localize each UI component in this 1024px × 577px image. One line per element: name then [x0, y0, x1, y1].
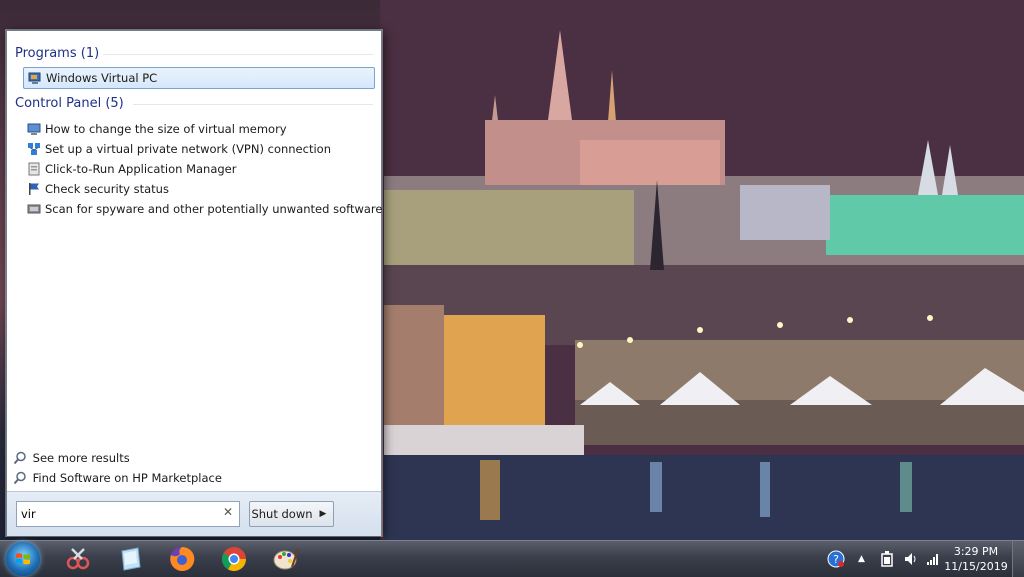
paint-icon[interactable] — [266, 543, 306, 575]
cp-item-label: Check security status — [45, 182, 169, 196]
shutdown-options-button[interactable]: ▶ — [313, 501, 334, 527]
start-menu: Programs (1) Windows Virtual PC Control … — [6, 30, 382, 536]
find-software-label: Find Software on HP Marketplace — [32, 471, 222, 485]
clock-date: 11/15/2019 — [944, 560, 1008, 573]
cp-item-label: Click-to-Run Application Manager — [45, 162, 237, 176]
action-center-flag-icon — [27, 182, 41, 196]
search-input[interactable] — [21, 505, 211, 522]
network-icon — [27, 142, 41, 156]
cp-item-virtual-memory[interactable]: How to change the size of virtual memory — [23, 119, 373, 139]
program-item-windows-virtual-pc[interactable]: Windows Virtual PC — [23, 67, 375, 89]
cp-item-security-status[interactable]: Check security status — [23, 179, 373, 199]
network-signal-icon[interactable] — [926, 541, 940, 577]
virtual-pc-icon — [28, 71, 42, 85]
search-icon — [13, 451, 27, 465]
cp-item-label: Set up a virtual private network (VPN) c… — [45, 142, 331, 156]
chrome-icon[interactable] — [214, 543, 254, 575]
program-item-label: Windows Virtual PC — [46, 71, 158, 85]
system-clock[interactable]: 3:29 PM 11/15/2019 — [944, 544, 1008, 574]
search-results-pane: Programs (1) Windows Virtual PC Control … — [7, 31, 382, 491]
sticky-notes-icon[interactable] — [110, 543, 150, 575]
windows-logo-icon — [16, 553, 30, 565]
clear-search-icon[interactable]: ✕ — [223, 505, 233, 519]
control-panel-header-label: Control Panel (5) — [15, 96, 124, 111]
start-search-box[interactable]: ✕ — [16, 501, 240, 527]
show-hidden-icons-icon[interactable]: ▲ — [858, 541, 870, 577]
shutdown-button[interactable]: Shut down — [249, 501, 315, 527]
see-more-results-label: See more results — [32, 451, 130, 465]
help-icon[interactable]: ? — [826, 541, 846, 577]
find-software-link[interactable]: Find Software on HP Marketplace — [13, 469, 222, 487]
see-more-results-link[interactable]: See more results — [13, 449, 130, 467]
chevron-right-icon: ▶ — [319, 509, 327, 519]
clock-time: 3:29 PM — [953, 545, 999, 558]
control-panel-header[interactable]: Control Panel (5) — [15, 95, 373, 113]
snipping-tool-icon[interactable] — [58, 543, 98, 575]
header-divider — [133, 104, 373, 105]
cp-item-label: Scan for spyware and other potentially u… — [45, 202, 383, 216]
power-icon[interactable] — [880, 541, 894, 577]
defender-icon — [27, 202, 41, 216]
programs-header[interactable]: Programs (1) — [15, 45, 373, 63]
cp-item-vpn[interactable]: Set up a virtual private network (VPN) c… — [23, 139, 373, 159]
app-manager-icon — [27, 162, 41, 176]
start-menu-bottom-bar: ✕ Shut down ▶ — [7, 491, 381, 536]
taskbar: ? ▲ 3:29 PM 11/15/2019 — [0, 540, 1024, 577]
header-divider — [103, 54, 373, 55]
cp-item-click-to-run[interactable]: Click-to-Run Application Manager — [23, 159, 373, 179]
system-icon — [27, 122, 41, 136]
start-button[interactable] — [6, 542, 40, 576]
show-desktop-button[interactable] — [1012, 541, 1024, 577]
programs-header-label: Programs (1) — [15, 46, 100, 61]
cp-item-scan-spyware[interactable]: Scan for spyware and other potentially u… — [23, 199, 382, 219]
firefox-icon[interactable] — [162, 543, 202, 575]
search-icon — [13, 471, 27, 485]
volume-icon[interactable] — [903, 541, 919, 577]
cp-item-label: How to change the size of virtual memory — [45, 122, 287, 136]
